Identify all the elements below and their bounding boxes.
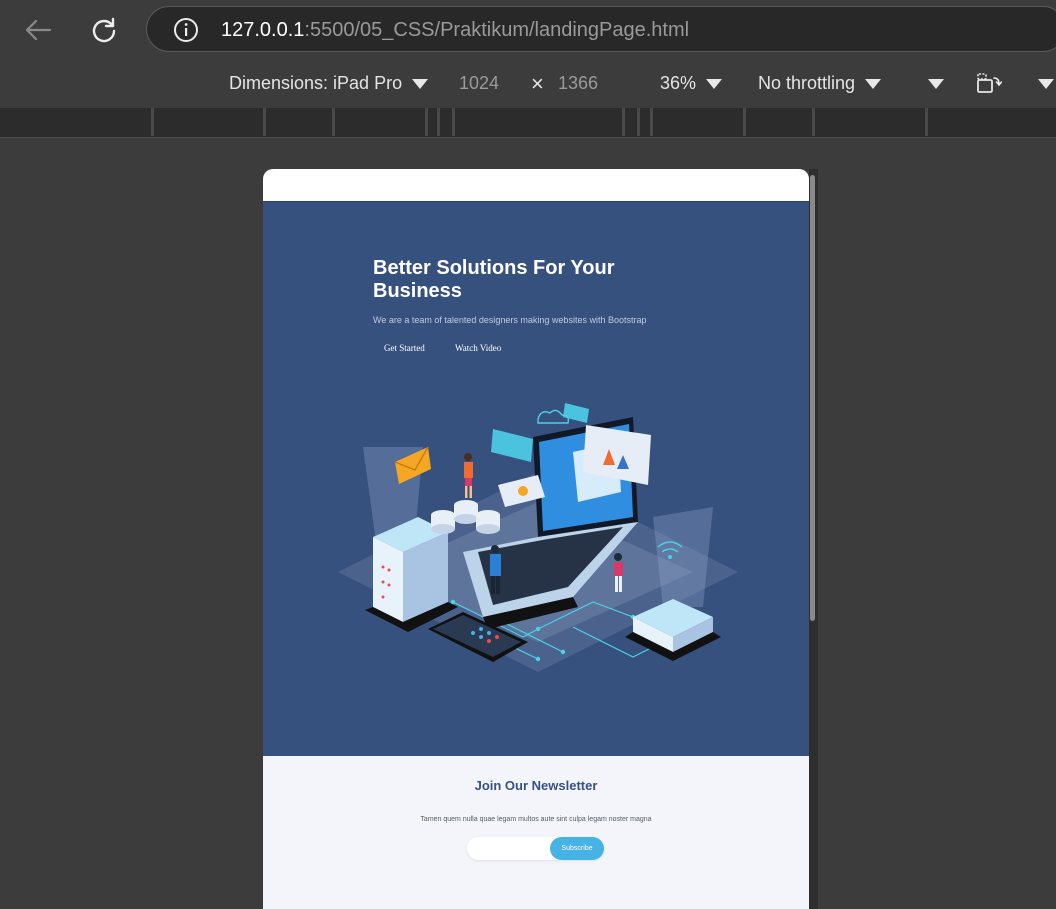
height-input[interactable]: 1366 [558,73,598,94]
newsletter-email-input[interactable] [473,837,549,860]
dimension-swap[interactable]: × [531,71,544,97]
zoom-dropdown[interactable]: 36% [660,73,723,94]
reload-button[interactable] [84,10,124,50]
ruler-divider [743,108,746,136]
subscribe-button[interactable]: Subscribe [550,837,604,860]
newsletter-section: Join Our Newsletter Tamen quem nulla qua… [263,756,809,909]
ruler-divider [332,108,335,136]
ruler-divider [637,108,640,136]
throttling-value: No throttling [758,73,856,93]
browser-toolbar: 127.0.0.1:5500/05_CSS/Praktikum/landingP… [0,0,1056,62]
ruler-divider [151,108,154,136]
device-toolbar: Dimensions: iPad Pro 1024 × 1366 36% No … [0,62,1056,108]
viewport-scrollbar[interactable] [809,169,818,909]
ruler-divider [425,108,428,136]
height-value: 1366 [558,73,599,93]
media-query-bar[interactable] [0,108,1056,138]
info-icon[interactable] [173,17,199,43]
ruler-divider [437,108,440,136]
url-text[interactable]: 127.0.0.1:5500/05_CSS/Praktikum/landingP… [221,19,689,42]
address-bar[interactable]: 127.0.0.1:5500/05_CSS/Praktikum/landingP… [146,6,1056,52]
times-icon: × [531,71,544,96]
ruler-divider [452,108,455,136]
hero-subtitle: We are a team of talented designers maki… [373,315,647,325]
chevron-down-icon [706,78,723,89]
back-arrow-icon [25,19,52,41]
person-woman-left [464,453,473,498]
width-value: 1024 [459,73,500,93]
chevron-down-icon [928,79,944,89]
ruler-divider [650,108,653,136]
url-host: 127.0.0.1 [221,19,305,41]
ruler-divider [812,108,815,136]
hero-illustration [338,403,738,672]
chevron-down-icon [1038,79,1054,89]
hero-section: Better Solutions For Your Business We ar… [263,201,809,756]
more-chevron[interactable] [1038,79,1054,89]
dimensions-dropdown[interactable]: Dimensions: iPad Pro [229,73,429,94]
ruler-divider [263,108,266,136]
rotate-button[interactable] [976,72,1002,94]
ruler-divider [925,108,928,136]
watch-video-button[interactable]: Watch Video [455,343,501,353]
dimensions-label: Dimensions: iPad Pro [229,73,403,93]
more-options-dropdown[interactable] [928,79,944,89]
reload-icon [92,17,116,43]
scrollbar-thumb[interactable] [810,175,815,621]
newsletter-title: Join Our Newsletter [474,778,598,793]
ruler-divider [622,108,625,136]
zoom-value: 36% [660,73,697,93]
width-input[interactable]: 1024 [459,73,499,94]
get-started-button[interactable]: Get Started [384,343,425,353]
newsletter-form: Subscribe [467,837,604,860]
rotate-icon [977,73,1002,93]
newsletter-text: Tamen quem nulla quae legam multos aute … [420,816,652,823]
hero-title: Better Solutions For Your Business [373,257,615,302]
url-path: :5500/05_CSS/Praktikum/landingPage.html [304,19,690,41]
chevron-down-icon [865,78,882,89]
throttling-dropdown[interactable]: No throttling [758,73,882,94]
chevron-down-icon [412,78,429,89]
device-viewport[interactable]: Better Solutions For Your Business We ar… [263,169,809,909]
back-button[interactable] [18,10,58,50]
